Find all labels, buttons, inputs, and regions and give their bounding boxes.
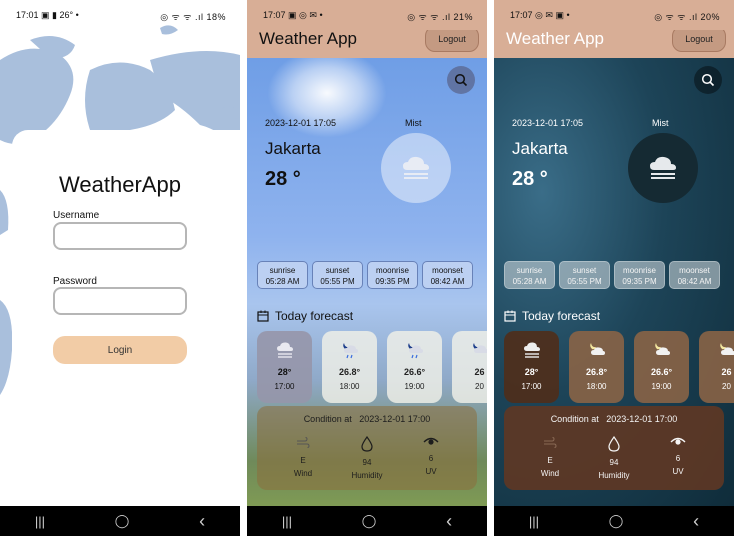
android-nav-bar: ||| ◯ ‹ <box>247 506 487 536</box>
status-time: 17:07 ◎ ✉ ▣ • <box>510 10 570 20</box>
hour-card[interactable]: 26.6° 19:00 <box>387 331 442 403</box>
weather-screen-day: 17:07 ▣ ◎ ✉ • ◎ ᯤ ᯤ .ıl 21% Weather App … <box>247 0 487 536</box>
sunrise-box: sunrise 05:28 AM <box>257 261 308 289</box>
condition-text: Mist <box>405 118 422 128</box>
hour-card[interactable]: 26 20 <box>699 331 734 403</box>
condition-text: Mist <box>652 118 669 128</box>
home-button[interactable]: ◯ <box>115 513 130 529</box>
back-button[interactable]: ‹ <box>693 511 699 532</box>
forecast-title: Today forecast <box>257 309 353 323</box>
login-title: WeatherApp <box>59 172 181 197</box>
current-condition-panel: Condition at 2023-12-01 17:00 E Wind 94 Hu… <box>257 406 477 490</box>
weather-screen-night: 17:07 ◎ ✉ ▣ • ◎ ᯤ ᯤ .ıl 20% Weather App … <box>494 0 734 536</box>
moon-cloud-icon <box>654 343 670 355</box>
back-button[interactable]: ‹ <box>446 511 452 532</box>
status-time: 17:01 ▣ ▮ 26° • <box>16 10 79 20</box>
android-nav-bar: ||| ◯ ‹ <box>0 506 240 536</box>
home-button[interactable]: ◯ <box>609 513 624 529</box>
moonrise-box: moonrise 09:35 PM <box>367 261 418 289</box>
moon-rain-icon <box>342 343 358 359</box>
humidity-item: 94 Humidity <box>337 435 397 480</box>
sunset-box: sunset 05:55 PM <box>312 261 363 289</box>
eye-icon <box>423 437 439 445</box>
weather-icon-circle <box>628 133 698 203</box>
hourly-forecast-list[interactable]: 28° 17:00 26.8° 18:00 26.6° 19:00 26 20 <box>504 331 734 403</box>
hourly-forecast-list[interactable]: 28° 17:00 26.8° 18:00 26.6° 19:00 26 20 <box>257 331 487 403</box>
calendar-icon <box>504 310 516 322</box>
login-button[interactable]: Login <box>53 336 187 364</box>
hour-card[interactable]: 26.8° 18:00 <box>322 331 377 403</box>
eye-icon <box>670 437 686 445</box>
username-input[interactable] <box>53 222 187 250</box>
astro-row: sunrise 05:28 AM sunset 05:55 PM moonrise 0… <box>257 261 473 289</box>
back-button[interactable]: ‹ <box>199 511 205 532</box>
forecast-title: Today forecast <box>504 309 600 323</box>
astro-row: sunrise 05:28 AM sunset 05:55 PM moonrise 0… <box>504 261 720 289</box>
recents-button[interactable]: ||| <box>529 514 539 529</box>
humidity-item: 94 Humidity <box>584 435 644 480</box>
datetime: 2023-12-01 17:05 <box>512 118 584 128</box>
sunset-box: sunset 05:55 PM <box>559 261 610 289</box>
city-name: Jakarta <box>265 139 321 158</box>
moon-cloud-icon <box>719 343 734 355</box>
password-input[interactable] <box>53 287 187 315</box>
wind-icon <box>544 437 557 448</box>
moon-rain-icon <box>407 343 423 359</box>
status-time: 17:07 ▣ ◎ ✉ • <box>263 10 323 20</box>
moonset-box: moonset 08:42 AM <box>669 261 720 289</box>
datetime: 2023-12-01 17:05 <box>265 118 337 128</box>
condition-header: Condition at 2023-12-01 17:00 <box>550 414 678 424</box>
wind-icon <box>297 437 310 448</box>
moonrise-box: moonrise 09:35 PM <box>614 261 665 289</box>
current-temperature: 28 ° <box>512 168 548 190</box>
sunrise-box: sunrise 05:28 AM <box>504 261 555 289</box>
mist-icon <box>650 156 676 179</box>
search-button[interactable] <box>447 66 475 94</box>
hour-card[interactable]: 26.6° 19:00 <box>634 331 689 403</box>
current-condition-panel: Condition at 2023-12-01 17:00 E Wind 94 Hu… <box>504 406 724 490</box>
city-name: Jakarta <box>512 139 568 158</box>
search-button[interactable] <box>694 66 722 94</box>
home-button[interactable]: ◯ <box>362 513 377 529</box>
username-label: Username <box>53 210 100 221</box>
hour-card[interactable]: 26.8° 18:00 <box>569 331 624 403</box>
android-nav-bar: ||| ◯ ‹ <box>494 506 734 536</box>
uv-item: 6 UV <box>648 436 708 476</box>
login-screen: 17:01 ▣ ▮ 26° • ◎ ᯤ ᯤ .ıl 18% WeatherApp… <box>0 0 240 536</box>
moonset-box: moonset 08:42 AM <box>422 261 473 289</box>
mist-icon <box>403 156 429 179</box>
status-bar: 17:01 ▣ ▮ 26° • ◎ ᯤ ᯤ .ıl 18% <box>0 0 240 30</box>
wind-item: E Wind <box>520 436 580 478</box>
calendar-icon <box>257 310 269 322</box>
droplet-icon <box>608 435 620 452</box>
status-indicators: ◎ ᯤ ᯤ .ıl 20% <box>654 12 720 22</box>
uv-item: 6 UV <box>401 436 461 476</box>
password-label: Password <box>53 276 97 287</box>
search-icon <box>454 73 468 87</box>
status-indicators: ◎ ᯤ ᯤ .ıl 21% <box>407 12 473 22</box>
moon-rain-icon <box>472 343 487 353</box>
recents-button[interactable]: ||| <box>282 514 292 529</box>
recents-button[interactable]: ||| <box>35 514 45 529</box>
moon-cloud-icon <box>589 343 605 355</box>
droplet-icon <box>361 435 373 452</box>
mist-icon <box>523 342 540 358</box>
wind-item: E Wind <box>273 436 333 478</box>
hour-card[interactable]: 28° 17:00 <box>504 331 559 403</box>
status-bar: 17:07 ◎ ✉ ▣ • ◎ ᯤ ᯤ .ıl 20% <box>494 0 734 30</box>
current-temperature: 28 ° <box>265 168 301 190</box>
app-title: Weather App <box>506 29 604 48</box>
search-icon <box>701 73 715 87</box>
mist-icon <box>276 342 293 358</box>
hour-card[interactable]: 26 20 <box>452 331 487 403</box>
weather-icon-circle <box>381 133 451 203</box>
hour-card[interactable]: 28° 17:00 <box>257 331 312 403</box>
status-bar: 17:07 ▣ ◎ ✉ • ◎ ᯤ ᯤ .ıl 21% <box>247 0 487 30</box>
app-title: Weather App <box>259 29 357 48</box>
condition-header: Condition at 2023-12-01 17:00 <box>303 414 431 424</box>
status-indicators: ◎ ᯤ ᯤ .ıl 18% <box>160 12 226 22</box>
